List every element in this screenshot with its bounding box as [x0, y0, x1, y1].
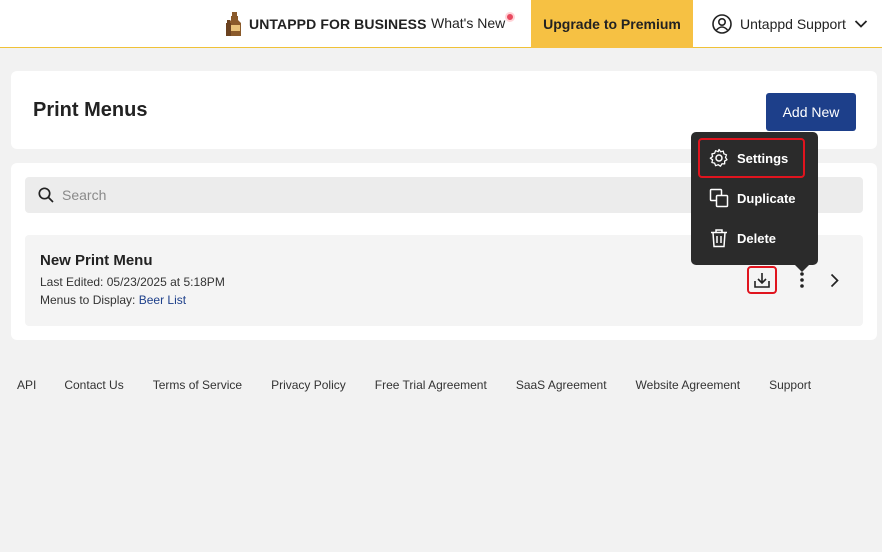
- download-icon: [754, 273, 770, 288]
- beer-bottles-logo-icon: [226, 12, 241, 36]
- settings-menu-item[interactable]: Settings: [698, 138, 805, 178]
- row-actions-menu: Settings Duplicate Delete: [691, 132, 818, 272]
- delete-menu-item[interactable]: Delete: [698, 218, 805, 258]
- trash-icon: [711, 229, 727, 248]
- search-icon: [38, 187, 54, 203]
- notification-dot-icon: [505, 12, 515, 22]
- chevron-right-icon: [830, 273, 839, 287]
- top-bar: UNTAPPD FOR BUSINESS What's New Upgrade …: [0, 0, 882, 48]
- last-edited-value: 05/23/2025 at 5:18PM: [106, 275, 225, 289]
- add-new-button[interactable]: Add New: [766, 93, 856, 131]
- duplicate-menu-item[interactable]: Duplicate: [698, 178, 805, 218]
- footer-link-support[interactable]: Support: [769, 378, 811, 392]
- duplicate-icon: [709, 188, 729, 208]
- footer-link-api[interactable]: API: [17, 378, 36, 392]
- brand-name: UNTAPPD FOR BUSINESS: [249, 16, 427, 32]
- footer-link-saas-agreement[interactable]: SaaS Agreement: [516, 378, 607, 392]
- footer-link-free-trial-agreement[interactable]: Free Trial Agreement: [375, 378, 487, 392]
- footer-link-privacy-policy[interactable]: Privacy Policy: [271, 378, 346, 392]
- menus-to-display-link[interactable]: Beer List: [139, 293, 186, 307]
- duplicate-label: Duplicate: [737, 190, 796, 206]
- page-title: Print Menus: [33, 99, 148, 121]
- last-edited: Last Edited: 05/23/2025 at 5:18PM: [40, 275, 225, 289]
- delete-label: Delete: [737, 230, 777, 246]
- last-edited-label: Last Edited:: [40, 275, 104, 289]
- gear-icon: [709, 148, 728, 167]
- brand[interactable]: UNTAPPD FOR BUSINESS: [226, 12, 427, 36]
- settings-label: Settings: [737, 150, 789, 166]
- footer-link-contact-us[interactable]: Contact Us: [64, 378, 123, 392]
- more-options-button[interactable]: [795, 269, 809, 291]
- account-menu[interactable]: Untappd Support: [712, 12, 868, 36]
- chevron-down-icon: [854, 20, 867, 28]
- kebab-icon: [800, 272, 804, 288]
- account-name: Untappd Support: [740, 16, 846, 32]
- user-circle-icon: [712, 14, 732, 34]
- menu-name: New Print Menu: [40, 252, 153, 269]
- footer-link-terms-of-service[interactable]: Terms of Service: [153, 378, 242, 392]
- menus-to-display-label: Menus to Display:: [40, 293, 136, 307]
- download-button[interactable]: [747, 266, 777, 294]
- footer: API Contact Us Terms of Service Privacy …: [17, 378, 811, 392]
- upgrade-premium-button[interactable]: Upgrade to Premium: [531, 0, 693, 48]
- open-menu-chevron[interactable]: [827, 271, 841, 289]
- whats-new-link[interactable]: What's New: [431, 15, 505, 31]
- search-input[interactable]: [62, 187, 762, 203]
- menus-to-display: Menus to Display: Beer List: [40, 293, 186, 307]
- footer-link-website-agreement[interactable]: Website Agreement: [636, 378, 741, 392]
